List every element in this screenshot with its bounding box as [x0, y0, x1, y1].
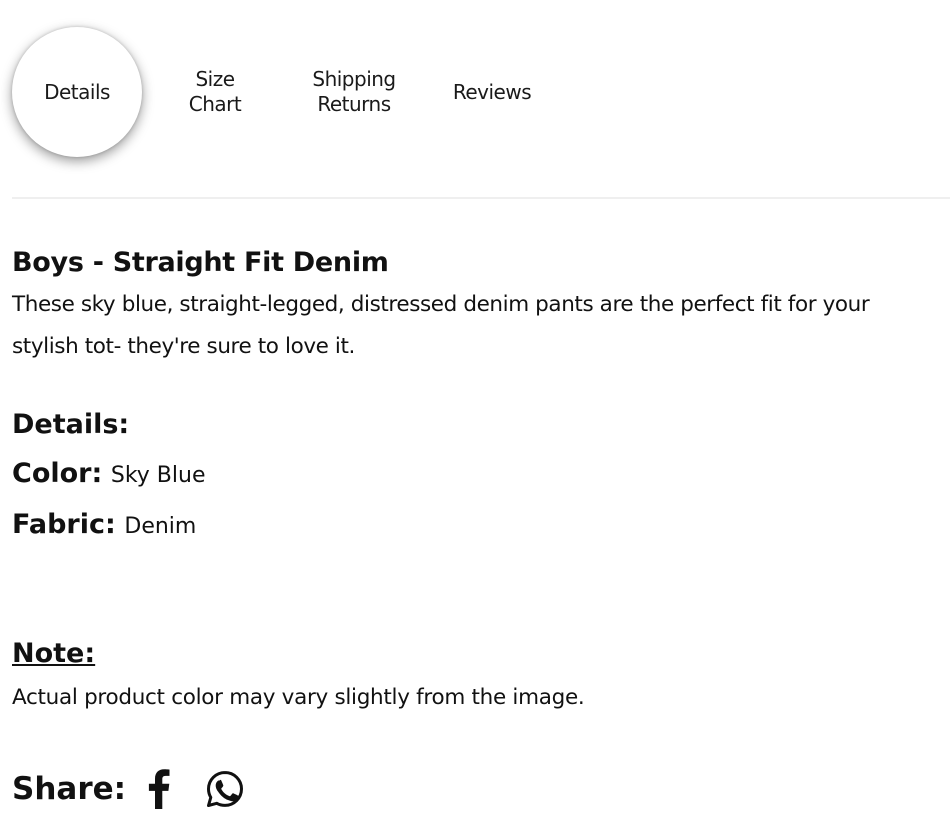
fabric-label: Fabric: [12, 509, 116, 540]
fabric-value: Denim [124, 514, 197, 539]
tab-size-chart-line2: Chart [188, 92, 242, 116]
details-panel: Boys - Straight Fit Denim These sky blue… [12, 244, 942, 716]
facebook-glyph [148, 769, 170, 809]
color-value: Sky Blue [110, 463, 206, 488]
color-attribute: Color: Sky Blue [12, 456, 942, 494]
whatsapp-icon[interactable] [206, 770, 244, 808]
color-label: Color: [12, 458, 103, 489]
tab-shipping-line2: Returns [317, 92, 391, 116]
product-title: Boys - Straight Fit Denim [12, 247, 389, 278]
tab-shipping-returns[interactable]: Shipping Returns [289, 27, 419, 157]
facebook-icon[interactable] [148, 769, 170, 809]
details-heading: Details: [12, 409, 130, 440]
tab-details-label: Details [44, 79, 110, 104]
whatsapp-glyph [207, 771, 244, 807]
fabric-attribute: Fabric: Denim [12, 507, 942, 545]
tab-shipping-line1: Shipping [312, 67, 396, 91]
tab-size-chart[interactable]: Size Chart [150, 27, 280, 157]
tabs-divider [12, 197, 950, 199]
note-text: Actual product color may vary slightly f… [12, 685, 585, 710]
share-label: Share: [12, 771, 127, 807]
tab-details[interactable]: Details [12, 27, 142, 157]
tab-shipping-returns-label: Shipping Returns [312, 67, 396, 117]
product-description: These sky blue, straight-legged, distres… [12, 292, 870, 359]
share-row: Share: [12, 764, 244, 814]
tab-reviews-label: Reviews [452, 79, 532, 104]
product-tabs: Details Size Chart Shipping Returns Revi… [12, 27, 950, 157]
note-heading: Note: [12, 638, 96, 669]
tab-reviews[interactable]: Reviews [427, 27, 557, 157]
tab-size-chart-line1: Size [195, 67, 235, 91]
tab-size-chart-label: Size Chart [188, 67, 242, 117]
